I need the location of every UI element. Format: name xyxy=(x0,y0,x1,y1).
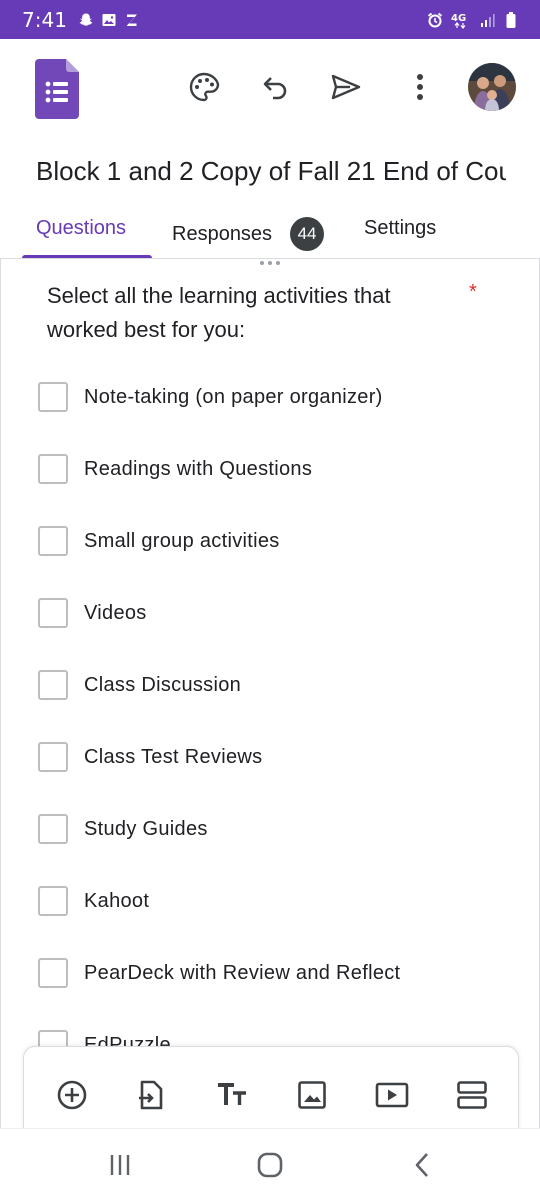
avatar[interactable] xyxy=(468,63,516,111)
alarm-icon xyxy=(426,11,444,29)
send-icon[interactable] xyxy=(326,67,366,107)
responses-count-badge: 44 xyxy=(290,217,325,251)
tab-settings[interactable]: Settings xyxy=(364,217,436,240)
tab-questions[interactable]: Questions xyxy=(36,217,126,240)
import-questions-icon[interactable] xyxy=(131,1075,171,1115)
question-title[interactable]: Select all the learning activities that … xyxy=(47,279,457,347)
signal-icon xyxy=(478,11,496,29)
palette-icon[interactable] xyxy=(184,67,224,107)
option-label[interactable]: Small group activities xyxy=(84,530,280,553)
battery-icon xyxy=(502,11,520,29)
checkbox-option[interactable]: Small group activities xyxy=(38,525,280,557)
undo-icon[interactable] xyxy=(256,67,296,107)
required-mark: * xyxy=(469,281,477,303)
tab-responses-label: Responses xyxy=(172,222,273,245)
tab-responses[interactable]: Responses 44 xyxy=(172,217,325,251)
option-label[interactable]: Study Guides xyxy=(84,818,208,841)
tab-bar: Questions Responses 44 Settings xyxy=(0,205,540,259)
checkbox[interactable] xyxy=(38,598,68,628)
nav-bar xyxy=(0,1128,540,1200)
option-label[interactable]: Kahoot xyxy=(84,890,149,913)
checkbox-option[interactable]: Kahoot xyxy=(38,885,149,917)
status-bar: 7:41 4G xyxy=(0,0,540,39)
checkbox[interactable] xyxy=(38,670,68,700)
checkbox[interactable] xyxy=(38,958,68,988)
app-bar xyxy=(0,39,540,139)
checkbox-option[interactable]: Note-taking (on paper organizer) xyxy=(38,381,383,413)
more-vert-icon[interactable] xyxy=(400,67,440,107)
option-label[interactable]: Note-taking (on paper organizer) xyxy=(84,386,383,409)
checkbox[interactable] xyxy=(38,526,68,556)
add-section-icon[interactable] xyxy=(452,1075,492,1115)
checkbox-option[interactable]: Videos xyxy=(38,597,147,629)
checkbox[interactable] xyxy=(38,454,68,484)
add-video-icon[interactable] xyxy=(372,1075,412,1115)
option-label[interactable]: Class Discussion xyxy=(84,674,241,697)
checkbox-option[interactable]: Class Test Reviews xyxy=(38,741,262,773)
option-label[interactable]: Class Test Reviews xyxy=(84,746,262,769)
add-question-icon[interactable] xyxy=(52,1075,92,1115)
home-icon[interactable] xyxy=(250,1149,290,1181)
checkbox[interactable] xyxy=(38,742,68,772)
add-title-icon[interactable] xyxy=(212,1075,252,1115)
status-time: 7:41 xyxy=(22,7,67,32)
checkbox[interactable] xyxy=(38,382,68,412)
checkbox[interactable] xyxy=(38,814,68,844)
option-label[interactable]: Videos xyxy=(84,602,147,625)
checkbox-option[interactable]: Study Guides xyxy=(38,813,208,845)
z-app-icon xyxy=(123,11,141,29)
checkbox-option[interactable]: Class Discussion xyxy=(38,669,241,701)
checkbox-option[interactable]: Readings with Questions xyxy=(38,453,312,485)
tab-settings-label: Settings xyxy=(364,217,437,239)
svg-text:4G: 4G xyxy=(451,13,466,24)
tab-questions-label: Questions xyxy=(36,217,127,239)
snapchat-icon xyxy=(77,11,95,29)
checkbox-option[interactable]: PearDeck with Review and Reflect xyxy=(38,957,400,989)
checkbox[interactable] xyxy=(38,886,68,916)
4g-icon: 4G xyxy=(450,11,472,29)
gallery-icon xyxy=(100,11,118,29)
form-title[interactable]: Block 1 and 2 Copy of Fall 21 End of Cou xyxy=(36,156,506,187)
option-label[interactable]: Readings with Questions xyxy=(84,458,312,481)
back-icon[interactable] xyxy=(402,1149,442,1181)
option-label[interactable]: PearDeck with Review and Reflect xyxy=(84,962,400,985)
add-image-icon[interactable] xyxy=(292,1075,332,1115)
drag-handle-icon[interactable] xyxy=(260,261,284,267)
question-card[interactable]: Select all the learning activities that … xyxy=(0,259,540,1159)
recent-apps-icon[interactable] xyxy=(100,1149,140,1181)
google-forms-icon xyxy=(35,59,79,119)
